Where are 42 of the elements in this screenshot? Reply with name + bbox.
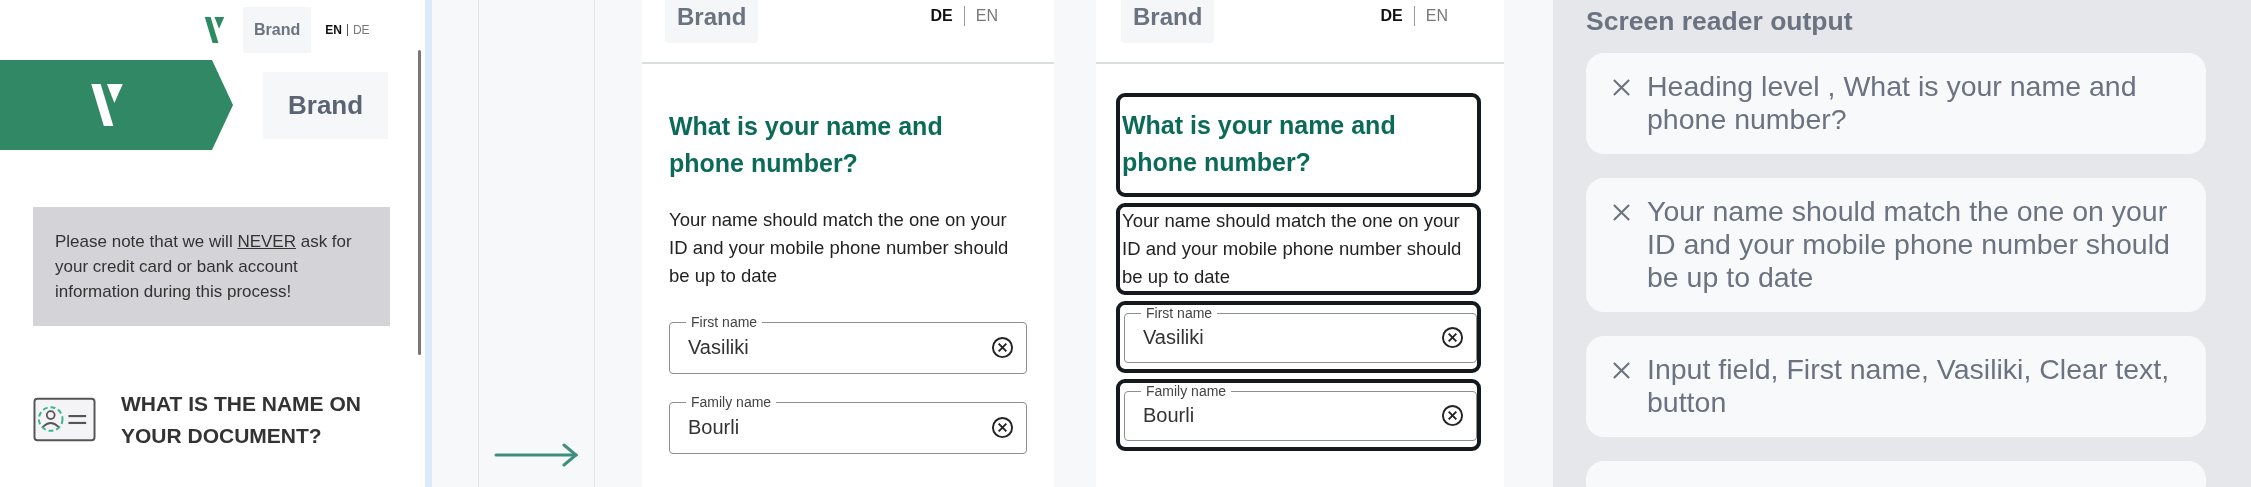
clear-icon[interactable]	[991, 336, 1014, 359]
right-arrow-icon	[493, 443, 580, 467]
scrollbar[interactable]	[418, 50, 421, 355]
field-label: First name	[1145, 305, 1214, 321]
field-value: Vasiliki	[1143, 326, 1205, 349]
field-value: Vasiliki	[688, 336, 750, 359]
language-link[interactable]: EN	[963, 6, 1009, 26]
language-link[interactable]: EN	[325, 24, 347, 36]
text-field[interactable]: Family name Bourli	[1124, 383, 1477, 441]
clear-icon[interactable]	[991, 416, 1014, 439]
language-link[interactable]: DE	[919, 6, 964, 26]
notice-text: Please note that we will NEVER ask for your credit card or bank account information during this process!	[33, 207, 390, 326]
field-value: Bourli	[1143, 404, 1196, 427]
text-field[interactable]: First name Vasiliki	[669, 314, 1027, 374]
form-description: Your name should match the one on your ID and your mobile phone number should be up to date	[669, 208, 1010, 288]
text-field[interactable]: Family name Bourli	[669, 394, 1027, 454]
text-field[interactable]: First name Vasiliki	[1124, 305, 1477, 363]
field-value: Bourli	[688, 416, 741, 439]
clear-icon[interactable]	[1441, 326, 1464, 349]
id-card-icon	[33, 397, 96, 443]
form-description: Your name should match the one on your ID and your mobile phone number should be up to date	[1122, 209, 1463, 289]
brand-label: Brand	[665, 0, 759, 43]
panel-title: Screen reader output	[1586, 6, 1854, 37]
language-link[interactable]: DE	[1369, 6, 1414, 26]
clear-icon[interactable]	[1441, 404, 1464, 427]
close-icon[interactable]	[1612, 78, 1631, 97]
close-icon[interactable]	[1612, 203, 1631, 222]
language-link[interactable]: EN	[1413, 6, 1459, 26]
field-label: First name	[690, 314, 759, 330]
form-heading: What is your name and phone number?	[669, 111, 944, 179]
brand-label: Brand	[1121, 0, 1215, 43]
field-label: Family name	[690, 394, 773, 410]
field-label: Family name	[1145, 383, 1228, 399]
form-heading: What is your name and phone number?	[1122, 110, 1397, 178]
section-heading: WHAT IS THE NAME ON YOUR DOCUMENT?	[121, 391, 362, 449]
output-text: Heading level , What is your name and phone number?	[1647, 70, 2138, 136]
brand-label: Brand	[243, 7, 312, 53]
output-text: Input field, First name, Vasiliki, Clear text, button	[1647, 353, 2171, 419]
close-icon[interactable]	[1612, 361, 1631, 380]
brand-label: Brand	[263, 71, 389, 139]
output-text: Your name should match the one on your ID and your mobile phone number should be up to date	[1647, 195, 2171, 294]
language-link[interactable]: DE	[346, 24, 375, 36]
